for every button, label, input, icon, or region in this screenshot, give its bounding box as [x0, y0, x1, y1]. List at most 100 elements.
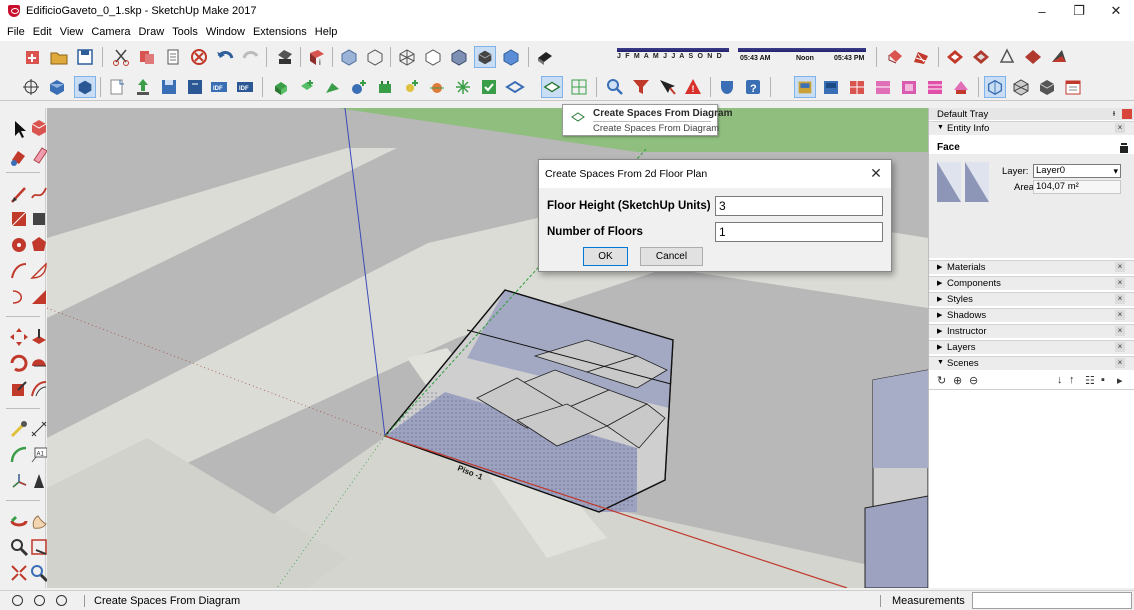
- scale-icon[interactable]: [8, 378, 30, 400]
- preview-google-earth-icon[interactable]: [1048, 46, 1070, 68]
- zoom-icon[interactable]: [8, 536, 30, 558]
- create-spaces-from-diagram-icon[interactable]: [541, 76, 563, 98]
- paint-bucket-icon[interactable]: [884, 46, 906, 68]
- render-by-space-type-icon[interactable]: [872, 76, 894, 98]
- menu-edit[interactable]: Edit: [33, 26, 52, 38]
- rectangle-icon[interactable]: [8, 208, 30, 230]
- xray-style-icon[interactable]: [338, 46, 360, 68]
- rotate-icon[interactable]: [8, 352, 30, 374]
- redo-icon[interactable]: [240, 46, 262, 68]
- menu-draw[interactable]: Draw: [138, 26, 164, 38]
- shaded-icon[interactable]: [448, 46, 470, 68]
- shadow-time-slider[interactable]: [738, 48, 866, 52]
- import-icon[interactable]: [132, 76, 154, 98]
- extension-warehouse-icon[interactable]: [1022, 46, 1044, 68]
- panel-shadows[interactable]: ▶ Shadows ×: [929, 308, 1134, 322]
- move-axes-icon[interactable]: [20, 76, 42, 98]
- save-icon[interactable]: [74, 46, 96, 68]
- move-scene-up-icon[interactable]: ↑: [1069, 374, 1075, 386]
- scene-details-icon[interactable]: ▪: [1101, 374, 1105, 386]
- menu-window[interactable]: Window: [206, 26, 245, 38]
- move-scene-down-icon[interactable]: ↓: [1057, 374, 1063, 386]
- three-point-arc-icon[interactable]: [8, 286, 30, 308]
- back-edges-icon[interactable]: [364, 46, 386, 68]
- zoom-extents-icon[interactable]: [8, 562, 30, 584]
- hidden-line-icon[interactable]: [422, 46, 444, 68]
- add-scene-icon[interactable]: ⊕: [953, 374, 962, 387]
- panel-entity-info[interactable]: ▼ Entity Info ×: [929, 121, 1134, 135]
- panel-close-icon[interactable]: ×: [1115, 326, 1125, 336]
- cut-icon[interactable]: [110, 46, 132, 68]
- menu-view[interactable]: View: [60, 26, 84, 38]
- filter-icon[interactable]: [630, 76, 652, 98]
- open-folder-icon[interactable]: [48, 46, 70, 68]
- face-material-swatch[interactable]: [937, 162, 989, 202]
- cancel-button[interactable]: Cancel: [640, 247, 703, 266]
- line-pencil-icon[interactable]: [8, 184, 30, 206]
- new-group-icon[interactable]: [348, 76, 370, 98]
- protractor-icon[interactable]: [8, 444, 30, 466]
- ok-button[interactable]: OK: [583, 247, 628, 266]
- floor-height-input[interactable]: 3: [715, 196, 883, 216]
- menu-tools[interactable]: Tools: [172, 26, 198, 38]
- share-model-icon[interactable]: [970, 46, 992, 68]
- orbit-icon[interactable]: [8, 510, 30, 532]
- errors-warnings-icon[interactable]: !: [682, 76, 704, 98]
- save-as-osm-icon[interactable]: [184, 76, 206, 98]
- panel-close-icon[interactable]: ×: [1115, 310, 1125, 320]
- save-osm-icon[interactable]: [158, 76, 180, 98]
- menu-file[interactable]: File: [7, 26, 25, 38]
- new-document-icon[interactable]: [106, 76, 128, 98]
- new-space-icon[interactable]: [270, 76, 292, 98]
- pin-icon[interactable]: ᵻ: [1113, 108, 1115, 118]
- print-icon[interactable]: [274, 46, 296, 68]
- panel-close-icon[interactable]: ×: [1115, 123, 1125, 133]
- schedule-calendar-icon[interactable]: [1062, 76, 1084, 98]
- show-selected-icon[interactable]: [1036, 76, 1058, 98]
- import-idf-icon[interactable]: IDF: [208, 76, 230, 98]
- shadow-date-slider[interactable]: J F M A M J J A S O N D: [617, 47, 729, 65]
- panel-scenes[interactable]: ▼ Scenes ×: [929, 356, 1134, 370]
- menu-camera[interactable]: Camera: [91, 26, 130, 38]
- share-component-icon[interactable]: [996, 46, 1018, 68]
- scene-menu-icon[interactable]: ▸: [1117, 374, 1123, 387]
- paste-icon[interactable]: [162, 46, 184, 68]
- layer-select[interactable]: Layer0: [1033, 164, 1121, 178]
- surface-grid-icon[interactable]: [568, 76, 590, 98]
- panel-materials[interactable]: ▶ Materials ×: [929, 260, 1134, 274]
- space-type-icon[interactable]: [478, 76, 500, 98]
- move-icon[interactable]: [8, 326, 30, 348]
- panel-close-icon[interactable]: ×: [1115, 262, 1125, 272]
- copy-icon[interactable]: [136, 46, 158, 68]
- refresh-icon[interactable]: ↻: [937, 374, 946, 387]
- thermal-zone-icon[interactable]: [504, 76, 526, 98]
- run-simulation-icon[interactable]: [716, 76, 738, 98]
- monochrome-icon[interactable]: [500, 46, 522, 68]
- axes-icon[interactable]: [8, 470, 30, 492]
- render-by-building-story-icon[interactable]: [924, 76, 946, 98]
- info-tool-icon[interactable]: [656, 76, 678, 98]
- minimize-button[interactable]: –: [1024, 0, 1060, 22]
- daylighting-icon[interactable]: [426, 76, 448, 98]
- render-by-thermal-zone-icon[interactable]: [898, 76, 920, 98]
- sandbox-icon[interactable]: [910, 46, 932, 68]
- geo-location-icon[interactable]: [12, 595, 23, 606]
- paint-icon[interactable]: [8, 146, 30, 168]
- measurements-input[interactable]: [972, 592, 1132, 609]
- new-shading-icon[interactable]: [296, 76, 318, 98]
- panel-close-icon[interactable]: ×: [1115, 294, 1125, 304]
- shadows-toggle-icon[interactable]: [534, 46, 556, 68]
- entity-toggle-icon[interactable]: [1119, 142, 1129, 154]
- circle-icon[interactable]: [8, 234, 30, 256]
- shaded-textures-icon[interactable]: [474, 46, 496, 68]
- panel-styles[interactable]: ▶ Styles ×: [929, 292, 1134, 306]
- user-account-icon[interactable]: [56, 595, 67, 606]
- undo-icon[interactable]: [214, 46, 236, 68]
- new-interior-partition-icon[interactable]: [322, 76, 344, 98]
- remove-scene-icon[interactable]: ⊖: [969, 374, 978, 387]
- inspector-icon[interactable]: [604, 76, 626, 98]
- select-arrow-icon[interactable]: [8, 118, 30, 140]
- render-by-boundary-icon[interactable]: [820, 76, 842, 98]
- close-window-button[interactable]: ✕: [1098, 0, 1134, 22]
- hide-rest-icon[interactable]: [1010, 76, 1032, 98]
